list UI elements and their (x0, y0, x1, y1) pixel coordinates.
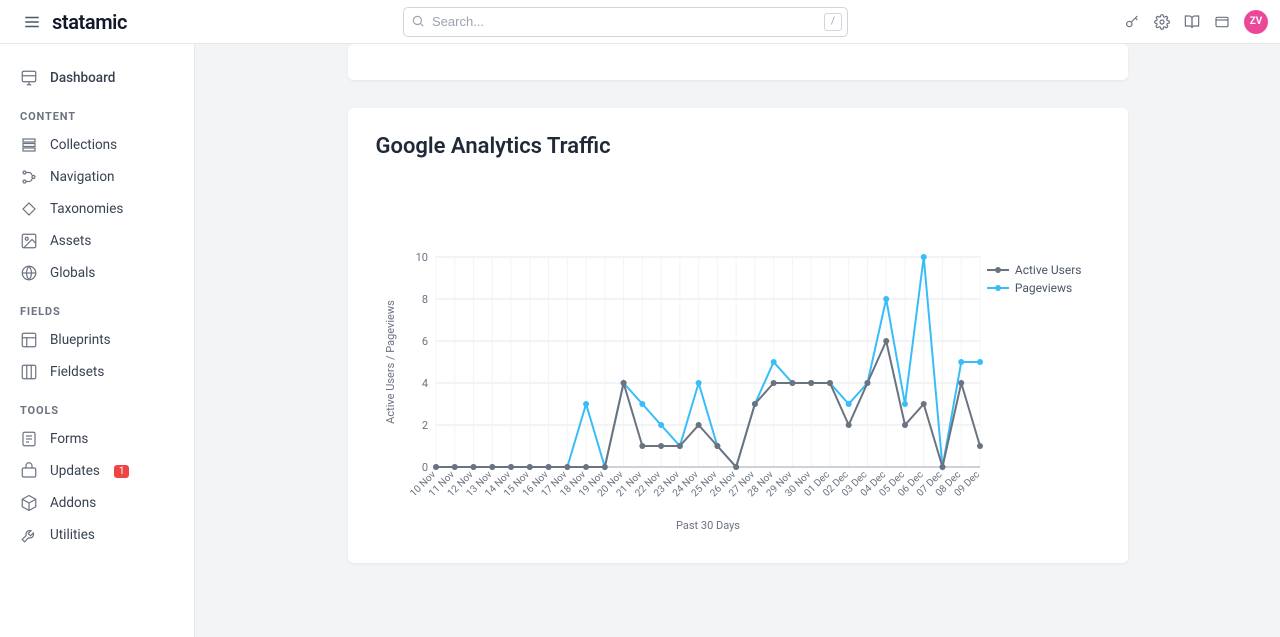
sidebar-item-label: Fieldsets (50, 364, 104, 380)
sidebar-item-assets[interactable]: Assets (0, 225, 194, 257)
sidebar-item-dashboard[interactable]: Dashboard (0, 62, 194, 94)
main-content: Google Analytics Traffic 024681010 Nov11… (195, 44, 1280, 631)
sidebar-item-collections[interactable]: Collections (0, 129, 194, 161)
sidebar-item-label: Collections (50, 137, 117, 153)
section-label-content: CONTENT (0, 94, 194, 129)
card-title: Google Analytics Traffic (376, 134, 1100, 159)
legend-row: Active Users (987, 263, 1082, 277)
fieldsets-icon (20, 363, 38, 381)
svg-text:8: 8 (421, 293, 427, 306)
topbar-right: ZV (1124, 10, 1268, 34)
sidebar-item-fieldsets[interactable]: Fieldsets (0, 356, 194, 388)
card-spacer (348, 44, 1128, 80)
analytics-card: Google Analytics Traffic 024681010 Nov11… (348, 108, 1128, 563)
sidebar-item-addons[interactable]: Addons (0, 487, 194, 519)
section-label-tools: TOOLS (0, 388, 194, 423)
svg-text:6: 6 (421, 335, 427, 348)
assets-icon (20, 232, 38, 250)
search-wrap: / (403, 7, 848, 37)
forms-icon (20, 430, 38, 448)
dashboard-icon (20, 69, 38, 87)
menu-toggle[interactable] (12, 13, 52, 31)
legend-swatch-icon (987, 269, 1009, 271)
brand-logo[interactable]: statamic (52, 10, 127, 34)
traffic-chart: 024681010 Nov11 Nov12 Nov13 Nov14 Nov15 … (376, 177, 1100, 537)
legend-swatch-icon (987, 287, 1009, 289)
sidebar-item-label: Utilities (50, 527, 95, 543)
sidebar-item-label: Blueprints (50, 332, 111, 348)
legend-label: Active Users (1015, 263, 1082, 277)
sidebar-item-label: Assets (50, 233, 91, 249)
search-input[interactable] (403, 7, 848, 37)
legend-row: Pageviews (987, 281, 1082, 295)
taxonomies-icon (20, 200, 38, 218)
addons-icon (20, 494, 38, 512)
sidebar-item-label: Addons (50, 495, 96, 511)
sidebar-item-globals[interactable]: Globals (0, 257, 194, 289)
topbar: statamic / ZV (0, 0, 1280, 44)
sidebar-item-utilities[interactable]: Utilities (0, 519, 194, 551)
book-icon[interactable] (1184, 14, 1200, 30)
svg-text:2: 2 (421, 419, 427, 432)
svg-text:10: 10 (415, 251, 427, 264)
chart-legend: Active Users Pageviews (987, 263, 1082, 299)
sidebar-item-label: Dashboard (50, 70, 115, 86)
sidebar-item-label: Updates (50, 463, 100, 479)
blueprints-icon (20, 331, 38, 349)
sidebar-item-updates[interactable]: Updates 1 (0, 455, 194, 487)
gear-icon[interactable] (1154, 14, 1170, 30)
sidebar-item-forms[interactable]: Forms (0, 423, 194, 455)
avatar[interactable]: ZV (1244, 10, 1268, 34)
sidebar-item-label: Taxonomies (50, 201, 123, 217)
updates-badge: 1 (114, 465, 130, 478)
utilities-icon (20, 526, 38, 544)
chart-container: 024681010 Nov11 Nov12 Nov13 Nov14 Nov15 … (376, 177, 1100, 537)
sidebar-item-blueprints[interactable]: Blueprints (0, 324, 194, 356)
navigation-icon (20, 168, 38, 186)
sidebar-item-taxonomies[interactable]: Taxonomies (0, 193, 194, 225)
support-icon[interactable] (1214, 14, 1230, 30)
sidebar-item-navigation[interactable]: Navigation (0, 161, 194, 193)
key-icon[interactable] (1124, 14, 1140, 30)
legend-label: Pageviews (1015, 281, 1072, 295)
collections-icon (20, 136, 38, 154)
svg-text:4: 4 (421, 377, 427, 390)
search-shortcut-badge: / (824, 13, 842, 31)
sidebar-item-label: Globals (50, 265, 95, 281)
sidebar-item-label: Navigation (50, 169, 114, 185)
sidebar: Dashboard CONTENT Collections Navigation… (0, 44, 195, 637)
globals-icon (20, 264, 38, 282)
search-icon (411, 14, 425, 32)
svg-text:Past 30 Days: Past 30 Days (676, 519, 740, 532)
sidebar-item-label: Forms (50, 431, 88, 447)
section-label-fields: FIELDS (0, 289, 194, 324)
svg-text:Active Users / Pageviews: Active Users / Pageviews (384, 300, 397, 424)
updates-icon (20, 462, 38, 480)
